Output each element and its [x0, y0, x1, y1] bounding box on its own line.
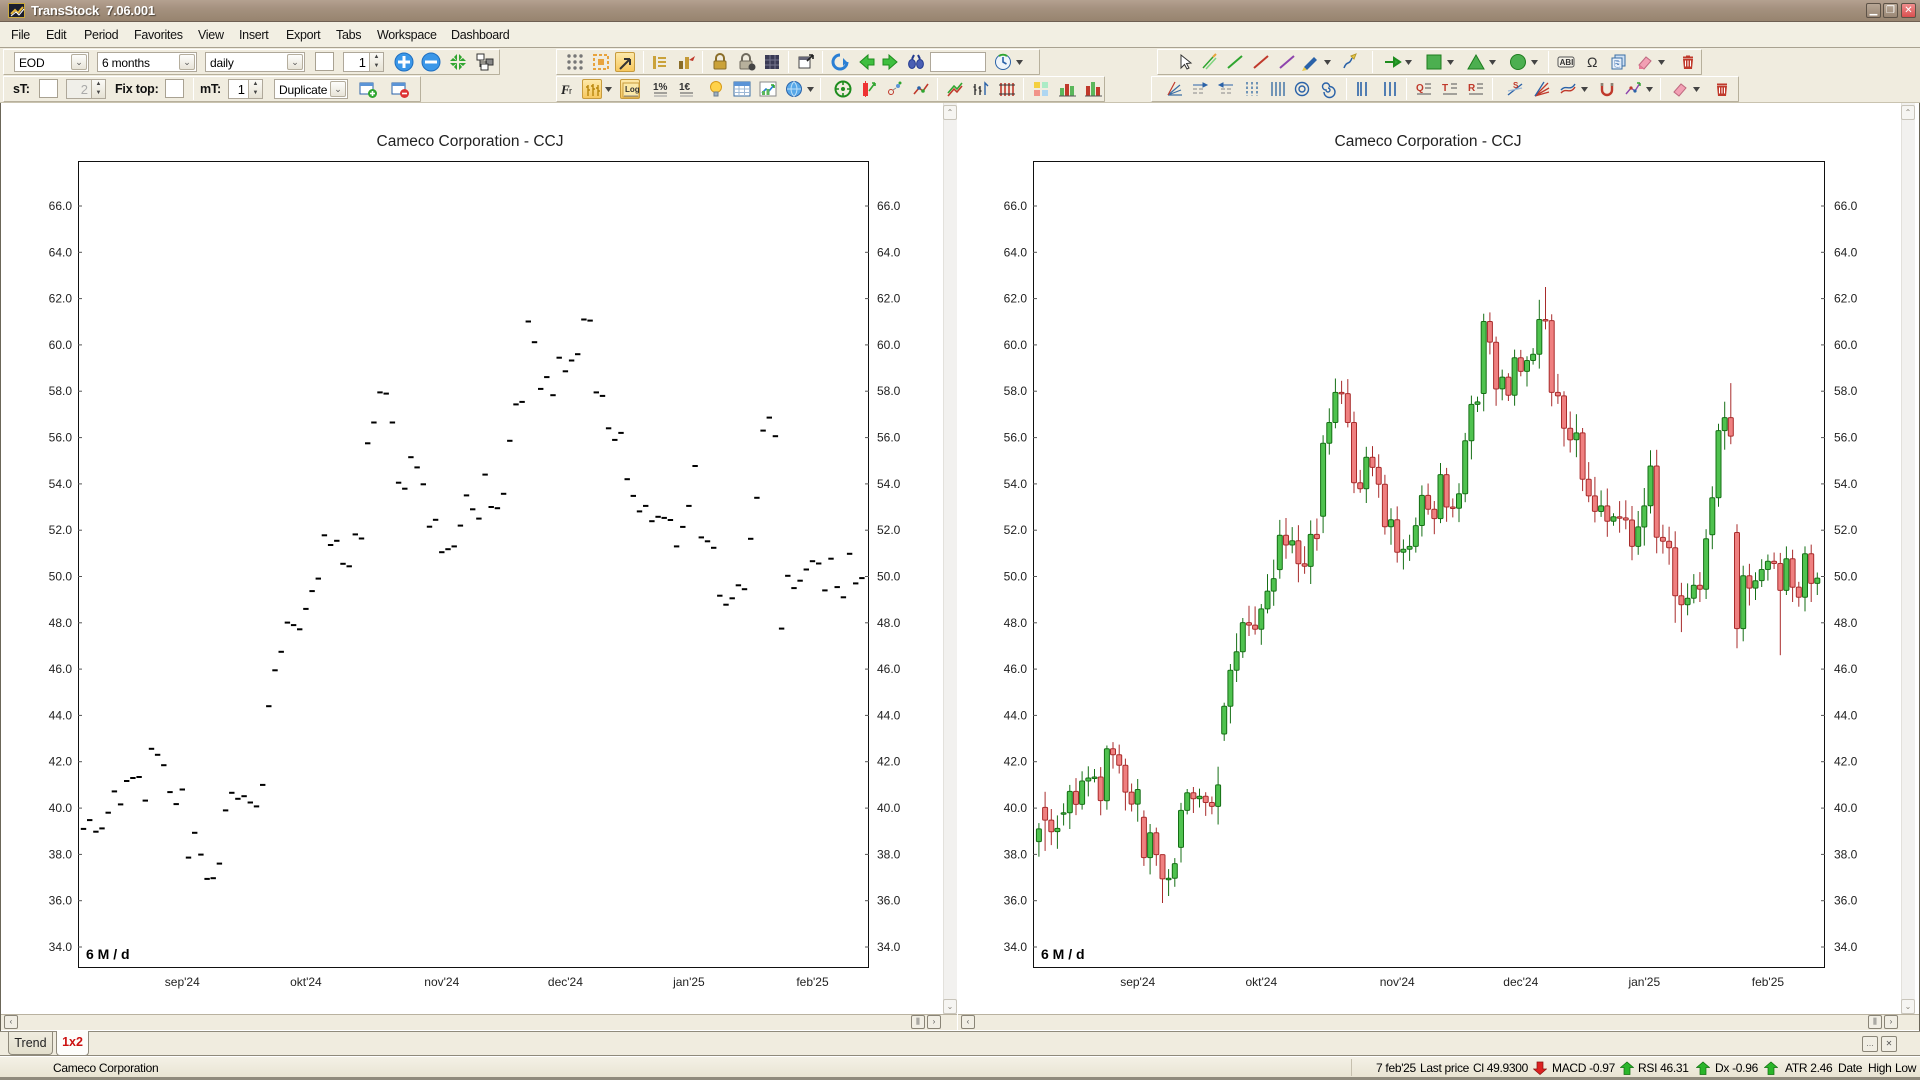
- svg-text:48.0: 48.0: [1834, 616, 1858, 630]
- svg-text:50.0: 50.0: [1004, 570, 1028, 584]
- svg-text:54.0: 54.0: [877, 477, 901, 491]
- svg-text:42.0: 42.0: [1834, 755, 1858, 769]
- svg-text:48.0: 48.0: [1004, 616, 1028, 630]
- svg-text:40.0: 40.0: [1834, 801, 1858, 815]
- svg-text:1%: 1%: [653, 82, 668, 93]
- svg-text:Q: Q: [1416, 83, 1424, 94]
- svg-text:38.0: 38.0: [1834, 847, 1858, 861]
- svg-text:38.0: 38.0: [877, 847, 901, 861]
- svg-text:66.0: 66.0: [49, 199, 73, 213]
- svg-text:S: S: [1513, 81, 1519, 90]
- svg-text:jan'25: jan'25: [1627, 975, 1660, 989]
- svg-text:40.0: 40.0: [1004, 801, 1028, 815]
- svg-text:34.0: 34.0: [877, 940, 901, 954]
- svg-text:56.0: 56.0: [49, 431, 73, 445]
- svg-text:58.0: 58.0: [877, 384, 901, 398]
- svg-text:54.0: 54.0: [1004, 477, 1028, 491]
- svg-text:64.0: 64.0: [1834, 245, 1858, 259]
- svg-text:dec'24: dec'24: [1503, 975, 1538, 989]
- svg-text:60.0: 60.0: [877, 338, 901, 352]
- svg-text:46.0: 46.0: [1004, 662, 1028, 676]
- svg-text:sep'24: sep'24: [1120, 975, 1155, 989]
- svg-text:48.0: 48.0: [877, 616, 901, 630]
- svg-text:58.0: 58.0: [1004, 384, 1028, 398]
- svg-text:54.0: 54.0: [49, 477, 73, 491]
- svg-text:48.0: 48.0: [49, 616, 73, 630]
- svg-text:34.0: 34.0: [49, 940, 73, 954]
- svg-text:⎘: ⎘: [1614, 60, 1621, 69]
- svg-text:r: r: [569, 86, 572, 96]
- svg-text:Ω: Ω: [1587, 54, 1597, 70]
- svg-text:R: R: [1468, 83, 1476, 94]
- svg-text:64.0: 64.0: [49, 245, 73, 259]
- svg-text:62.0: 62.0: [1834, 292, 1858, 306]
- svg-text:62.0: 62.0: [1004, 292, 1028, 306]
- svg-text:60.0: 60.0: [1004, 338, 1028, 352]
- svg-text:sep'24: sep'24: [165, 975, 200, 989]
- svg-text:44.0: 44.0: [1834, 708, 1858, 722]
- svg-text:36.0: 36.0: [1834, 894, 1858, 908]
- svg-text:dec'24: dec'24: [548, 975, 583, 989]
- svg-text:52.0: 52.0: [1834, 523, 1858, 537]
- svg-text:1€: 1€: [679, 82, 691, 93]
- svg-text:jan'25: jan'25: [672, 975, 705, 989]
- svg-text:50.0: 50.0: [1834, 570, 1858, 584]
- svg-text:44.0: 44.0: [1004, 708, 1028, 722]
- svg-text:6 M / d: 6 M / d: [1041, 946, 1085, 962]
- svg-text:44.0: 44.0: [877, 708, 901, 722]
- svg-text:40.0: 40.0: [877, 801, 901, 815]
- svg-text:okt'24: okt'24: [1245, 975, 1277, 989]
- svg-text:feb'25: feb'25: [1752, 975, 1785, 989]
- svg-text:42.0: 42.0: [1004, 755, 1028, 769]
- svg-text:feb'25: feb'25: [796, 975, 829, 989]
- svg-text:6 M / d: 6 M / d: [86, 946, 130, 962]
- svg-text:52.0: 52.0: [1004, 523, 1028, 537]
- svg-text:52.0: 52.0: [49, 523, 73, 537]
- svg-text:42.0: 42.0: [49, 755, 73, 769]
- svg-text:T: T: [1442, 83, 1448, 94]
- svg-text:60.0: 60.0: [1834, 338, 1858, 352]
- svg-text:Cameco Corporation - CCJ: Cameco Corporation - CCJ: [1335, 133, 1522, 150]
- svg-text:58.0: 58.0: [1834, 384, 1858, 398]
- svg-text:38.0: 38.0: [1004, 847, 1028, 861]
- svg-text:66.0: 66.0: [1004, 199, 1028, 213]
- svg-text:56.0: 56.0: [877, 431, 901, 445]
- svg-text:64.0: 64.0: [1004, 245, 1028, 259]
- svg-text:46.0: 46.0: [49, 662, 73, 676]
- svg-text:Log: Log: [625, 85, 640, 94]
- svg-text:34.0: 34.0: [1834, 940, 1858, 954]
- svg-text:42.0: 42.0: [877, 755, 901, 769]
- svg-text:66.0: 66.0: [877, 199, 901, 213]
- svg-text:52.0: 52.0: [877, 523, 901, 537]
- svg-text:34.0: 34.0: [1004, 940, 1028, 954]
- svg-text:56.0: 56.0: [1004, 431, 1028, 445]
- svg-text:46.0: 46.0: [1834, 662, 1858, 676]
- svg-text:40.0: 40.0: [49, 801, 73, 815]
- svg-text:ABI: ABI: [1560, 58, 1574, 67]
- svg-text:nov'24: nov'24: [1380, 975, 1415, 989]
- svg-text:36.0: 36.0: [877, 894, 901, 908]
- svg-text:66.0: 66.0: [1834, 199, 1858, 213]
- svg-text:64.0: 64.0: [877, 245, 901, 259]
- svg-text:36.0: 36.0: [49, 894, 73, 908]
- svg-text:50.0: 50.0: [877, 570, 901, 584]
- svg-text:62.0: 62.0: [49, 292, 73, 306]
- svg-text:nov'24: nov'24: [424, 975, 459, 989]
- svg-text:50.0: 50.0: [49, 570, 73, 584]
- svg-text:54.0: 54.0: [1834, 477, 1858, 491]
- svg-text:okt'24: okt'24: [290, 975, 322, 989]
- svg-text:58.0: 58.0: [49, 384, 73, 398]
- svg-text:56.0: 56.0: [1834, 431, 1858, 445]
- svg-text:60.0: 60.0: [49, 338, 73, 352]
- svg-text:Cameco Corporation - CCJ: Cameco Corporation - CCJ: [377, 133, 564, 150]
- svg-text:36.0: 36.0: [1004, 894, 1028, 908]
- svg-text:46.0: 46.0: [877, 662, 901, 676]
- svg-text:44.0: 44.0: [49, 708, 73, 722]
- svg-text:62.0: 62.0: [877, 292, 901, 306]
- svg-text:38.0: 38.0: [49, 847, 73, 861]
